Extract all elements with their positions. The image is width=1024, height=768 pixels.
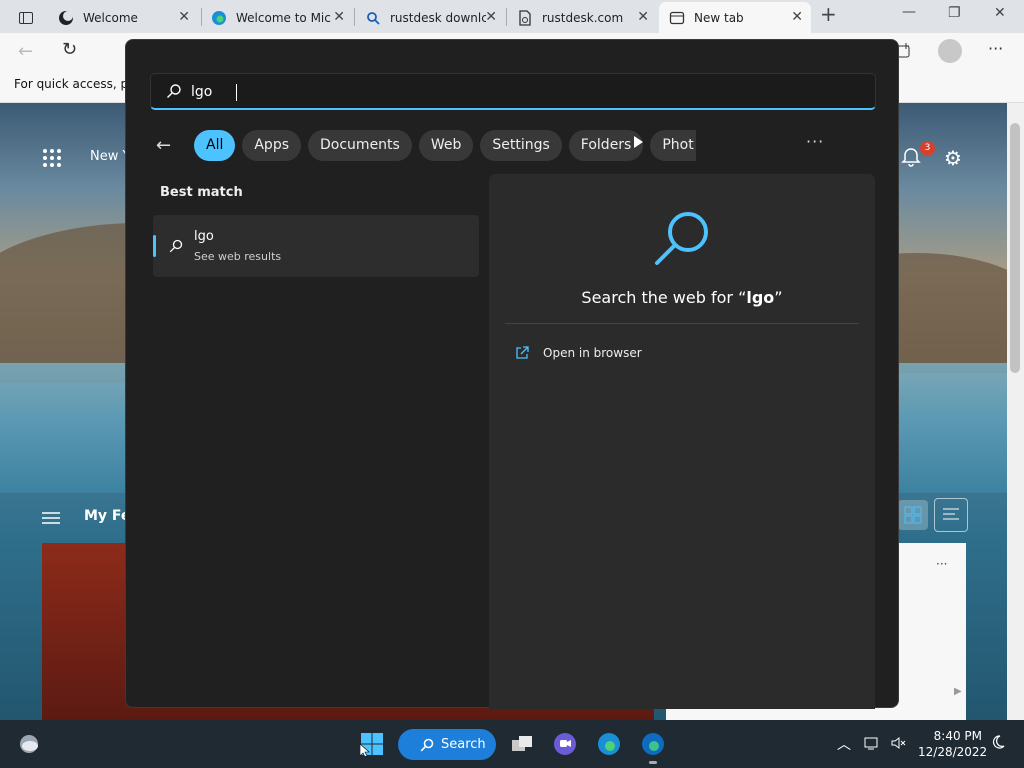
more-options-icon[interactable]: ··· xyxy=(806,132,824,151)
search-icon xyxy=(169,239,183,253)
taskbar-search-button[interactable]: Search xyxy=(398,729,496,760)
list-view-icon[interactable] xyxy=(934,498,968,532)
newtab-icon xyxy=(669,10,685,26)
filter-all[interactable]: All xyxy=(194,129,236,161)
browser-tab-1[interactable]: Welcome ✕ xyxy=(48,2,198,33)
open-external-icon xyxy=(516,346,529,359)
edge-icon[interactable] xyxy=(597,732,621,756)
profile-avatar[interactable] xyxy=(938,39,962,63)
window-close-icon[interactable]: ✕ xyxy=(994,5,1006,21)
grid-view-icon[interactable] xyxy=(898,500,928,530)
back-arrow-icon[interactable]: ← xyxy=(156,135,186,156)
chevron-up-icon[interactable]: ︿ xyxy=(837,734,851,754)
edge-icon[interactable] xyxy=(641,732,665,756)
close-icon[interactable]: ✕ xyxy=(333,9,345,25)
chat-icon[interactable] xyxy=(553,732,577,756)
filter-scroll-right-icon[interactable] xyxy=(634,136,643,148)
back-icon[interactable]: ← xyxy=(18,41,33,62)
restore-icon[interactable]: ❐ xyxy=(948,5,961,21)
close-icon[interactable]: ✕ xyxy=(485,9,497,25)
refresh-icon[interactable]: ↻ xyxy=(62,39,77,60)
notification-badge: 3 xyxy=(920,141,935,156)
close-icon[interactable]: ✕ xyxy=(637,9,649,25)
result-title: lgo xyxy=(194,229,214,244)
search-icon xyxy=(365,10,381,26)
filter-folders[interactable]: Folders xyxy=(568,129,644,161)
settings-more-icon[interactable]: ··· xyxy=(988,39,1003,58)
tab-actions-button[interactable] xyxy=(8,2,40,33)
card-next-icon[interactable]: ▶ xyxy=(954,686,962,697)
best-match-result[interactable]: lgo See web results xyxy=(153,215,479,277)
search-icon xyxy=(167,84,181,98)
clock-date: 12/28/2022 xyxy=(918,745,988,759)
page-icon xyxy=(517,9,533,26)
search-filters: ← All Apps Documents Web Settings Folder… xyxy=(156,129,703,161)
browser-tab-active[interactable]: New tab ✕ xyxy=(659,2,811,33)
preview-divider xyxy=(505,323,859,324)
running-indicator xyxy=(649,761,657,764)
start-windows-icon[interactable] xyxy=(359,732,384,758)
taskbar: Search ︿ 8:40 PM 12/28/2022 xyxy=(0,720,1024,768)
volume-muted-icon[interactable] xyxy=(890,735,906,754)
tab-label: rustdesk.com xyxy=(542,10,624,25)
tab-label: Welcome xyxy=(83,10,138,25)
close-icon[interactable]: ✕ xyxy=(791,9,803,25)
browser-tab-3[interactable]: rustdesk downlc ✕ xyxy=(355,2,505,33)
search-input[interactable] xyxy=(191,81,851,103)
hamburger-icon[interactable] xyxy=(42,510,60,529)
result-subtitle: See web results xyxy=(194,250,282,263)
filter-web[interactable]: Web xyxy=(418,129,474,161)
search-icon xyxy=(420,738,434,751)
preview-title: Search the web for “lgo” xyxy=(489,288,875,307)
preview-title-prefix: Search the web for “ xyxy=(581,288,747,307)
browser-tabstrip: Welcome ✕ Welcome to Mic ✕ rustdesk down… xyxy=(0,0,1024,33)
search-flyout: ← All Apps Documents Web Settings Folder… xyxy=(125,39,899,709)
filter-apps[interactable]: Apps xyxy=(242,129,302,161)
notification-bell-icon[interactable] xyxy=(900,145,922,171)
tab-label: Welcome to Mic xyxy=(236,10,331,25)
network-icon[interactable] xyxy=(864,735,880,754)
tab-actions-icon xyxy=(19,11,33,24)
close-icon[interactable]: ✕ xyxy=(178,9,190,25)
task-view-icon[interactable] xyxy=(510,732,534,756)
card-more-icon[interactable]: ··· xyxy=(936,557,947,571)
gear-icon[interactable]: ⚙ xyxy=(944,146,962,170)
search-web-icon xyxy=(655,212,708,265)
clock-time: 8:40 PM xyxy=(933,729,982,743)
apps-grid-icon[interactable] xyxy=(42,148,62,172)
browser-tab-4[interactable]: rustdesk.com ✕ xyxy=(507,2,657,33)
system-clock[interactable]: 8:40 PM 12/28/2022 xyxy=(918,728,988,760)
edge-icon xyxy=(211,10,227,26)
page-scrollbar[interactable] xyxy=(1007,103,1024,720)
preview-pane: Search the web for “lgo” Open in browser xyxy=(489,174,875,709)
scrollbar-thumb[interactable] xyxy=(1010,123,1020,373)
taskbar-search-label: Search xyxy=(441,737,486,752)
feed-title: My Fe xyxy=(84,508,131,524)
minimize-icon[interactable]: — xyxy=(902,4,916,20)
tab-label: New tab xyxy=(694,10,744,25)
preview-title-query: lgo xyxy=(746,288,775,307)
preview-title-suffix: ” xyxy=(774,288,783,307)
browser-tab-2[interactable]: Welcome to Mic ✕ xyxy=(201,2,353,33)
filter-settings[interactable]: Settings xyxy=(480,129,562,161)
filter-documents[interactable]: Documents xyxy=(308,129,412,161)
theme-moon-icon xyxy=(58,10,74,26)
tab-label: rustdesk downlc xyxy=(390,10,486,25)
open-in-browser-button[interactable]: Open in browser xyxy=(515,346,642,360)
best-match-heading: Best match xyxy=(160,185,243,200)
new-tab-button[interactable]: + xyxy=(820,2,837,26)
notification-moon-icon[interactable] xyxy=(990,734,1006,753)
selection-accent xyxy=(153,235,156,257)
filter-photos[interactable]: Phot xyxy=(650,129,697,161)
text-caret xyxy=(236,84,237,101)
search-box[interactable] xyxy=(150,73,876,110)
weather-icon[interactable] xyxy=(17,732,41,756)
open-in-browser-label: Open in browser xyxy=(543,346,642,360)
